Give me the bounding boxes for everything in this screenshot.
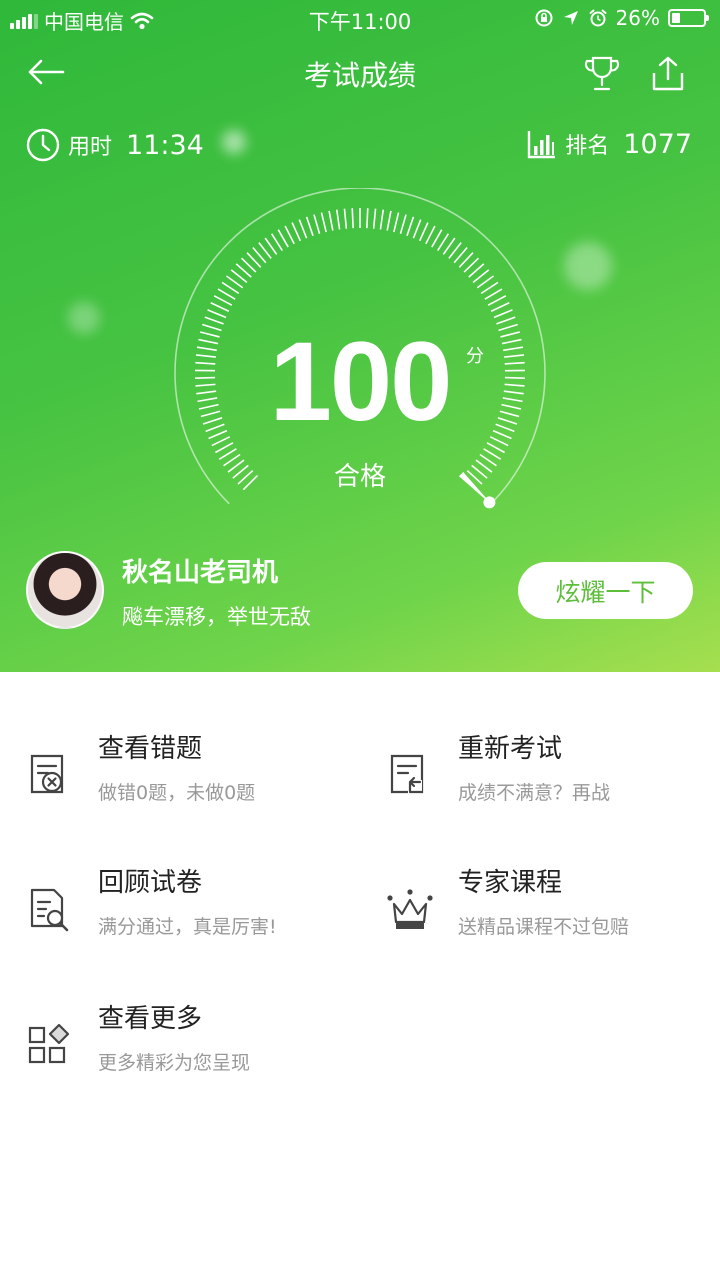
time-label: 用时 bbox=[68, 135, 113, 160]
gauge-tick bbox=[277, 229, 289, 248]
gauge-tick bbox=[298, 219, 308, 239]
gauge-tick bbox=[207, 309, 227, 319]
menu-item-review-paper[interactable]: 回顾试卷 满分通过，真是厉害! bbox=[26, 862, 366, 972]
gauge-tick bbox=[386, 210, 392, 231]
status-bar: 中国电信 下午11:00 26% bbox=[0, 0, 720, 38]
gauge-tick bbox=[305, 216, 314, 237]
menu-item-title: 回顾试卷 bbox=[98, 868, 203, 898]
show-off-button[interactable]: 炫耀一下 bbox=[518, 562, 693, 619]
more-apps-icon bbox=[28, 1023, 70, 1064]
gauge-tick bbox=[372, 208, 377, 229]
gauge-tick bbox=[431, 229, 443, 248]
menu-item-title: 专家课程 bbox=[458, 868, 563, 898]
clock-icon bbox=[26, 128, 60, 162]
menu-item-expert-course[interactable]: 专家课程 送精品课程不过包赔 bbox=[386, 862, 720, 972]
pass-status: 合格 bbox=[333, 462, 386, 492]
gauge-tick bbox=[487, 295, 507, 306]
gauge-tick bbox=[484, 288, 503, 300]
gauge-tick bbox=[328, 210, 334, 231]
menu-item-subtitle: 做错0题，未做0题 bbox=[98, 782, 256, 804]
gauge-tick bbox=[489, 436, 509, 447]
score-unit: 分 bbox=[466, 346, 484, 367]
menu-item-subtitle: 成绩不满意？再战 bbox=[458, 782, 611, 804]
ranking: 排名 1077 bbox=[527, 128, 692, 160]
crown-icon bbox=[387, 889, 433, 929]
menu-item-subtitle: 更多精彩为您呈现 bbox=[98, 1052, 251, 1074]
menu-item-title: 查看更多 bbox=[98, 1004, 203, 1034]
gauge-tick bbox=[412, 219, 422, 239]
menu-item-title: 查看错题 bbox=[98, 734, 203, 764]
gauge-tick bbox=[284, 225, 295, 245]
bar-chart-icon bbox=[528, 131, 556, 159]
gauge-tick bbox=[215, 442, 234, 454]
gauge-tick bbox=[366, 208, 369, 229]
gauge-tick bbox=[217, 288, 236, 300]
gauge-tick bbox=[204, 316, 224, 325]
gauge-tick bbox=[418, 222, 429, 242]
rank-label: 排名 bbox=[565, 134, 610, 159]
score-header: 中国电信 下午11:00 26% 考试成绩 用时 11:34 排名 1077 1… bbox=[0, 0, 720, 672]
review-paper-icon bbox=[30, 888, 69, 932]
bokeh-light bbox=[222, 130, 246, 154]
share-icon bbox=[652, 56, 684, 91]
user-motto: 飚车漂移，举世无敌 bbox=[122, 605, 311, 629]
gauge-tick bbox=[437, 233, 450, 252]
gauge-tick bbox=[343, 208, 348, 229]
menu-item-subtitle: 送精品课程不过包赔 bbox=[458, 916, 630, 938]
gauge-tick bbox=[486, 442, 505, 454]
gauge-tick bbox=[351, 208, 354, 229]
retake-exam-icon bbox=[390, 754, 424, 794]
gauge-tick bbox=[493, 309, 513, 319]
avatar[interactable] bbox=[26, 551, 104, 629]
battery-percent: 26% bbox=[615, 6, 660, 30]
gauge-tick bbox=[406, 216, 415, 237]
time-used: 用时 11:34 bbox=[26, 128, 204, 162]
gauge-tick bbox=[490, 302, 510, 312]
menu-item-subtitle: 满分通过，真是厉害! bbox=[98, 916, 277, 938]
gauge-tick bbox=[335, 209, 341, 230]
gauge-tick bbox=[393, 212, 400, 233]
menu-item-see-more[interactable]: 查看更多 更多精彩为您呈现 bbox=[26, 998, 366, 1108]
rank-value: 1077 bbox=[623, 128, 692, 160]
gauge-tick bbox=[210, 302, 230, 312]
orientation-lock-icon bbox=[535, 9, 553, 27]
gauge-tick bbox=[270, 233, 283, 252]
alarm-icon bbox=[589, 9, 607, 27]
menu-item-wrong-questions[interactable]: 查看错题 做错0题，未做0题 bbox=[26, 728, 366, 838]
share-export-button[interactable] bbox=[644, 52, 692, 96]
score-value: 100 bbox=[269, 319, 453, 444]
menu-item-title: 重新考试 bbox=[458, 734, 563, 764]
trophy-button[interactable] bbox=[578, 52, 626, 96]
gauge-tick bbox=[425, 225, 436, 245]
battery-icon bbox=[668, 9, 709, 27]
menu-item-retake-exam[interactable]: 重新考试 成绩不满意？再战 bbox=[386, 728, 720, 838]
time-value: 11:34 bbox=[126, 129, 204, 161]
gauge-tick bbox=[320, 212, 327, 233]
gauge-tick bbox=[379, 209, 385, 230]
wrong-questions-icon bbox=[30, 754, 64, 794]
gauge-tick bbox=[313, 214, 321, 234]
gauge-tick bbox=[496, 316, 516, 325]
gauge-pointer-head bbox=[483, 496, 496, 509]
gauge-tick bbox=[399, 214, 407, 234]
user-name: 秋名山老司机 bbox=[122, 558, 279, 588]
gauge-tick bbox=[291, 222, 302, 242]
trophy-icon bbox=[584, 56, 620, 91]
gauge-tick bbox=[211, 436, 231, 447]
location-icon bbox=[563, 11, 578, 25]
bokeh-light bbox=[564, 242, 612, 290]
gauge-tick bbox=[213, 295, 233, 306]
